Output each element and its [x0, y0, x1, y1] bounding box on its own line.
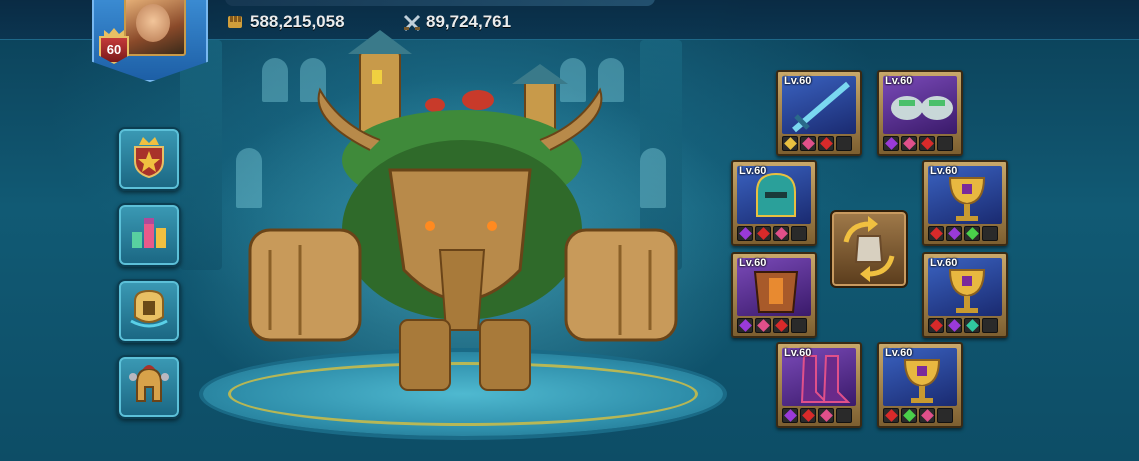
gem-socket: [782, 136, 798, 151]
gem-socket: [800, 136, 816, 151]
gem-socket: [901, 136, 917, 151]
equipment-slot-weapon[interactable]: Lv.60: [776, 70, 862, 156]
equipment-slot-gloves[interactable]: Lv.60: [877, 70, 963, 156]
armor-rotate-icon: [832, 216, 906, 290]
armor-swap-icon: [127, 287, 171, 335]
gem-socket: [818, 136, 834, 151]
gem-socket: [773, 226, 789, 241]
gem-socket-empty: [836, 136, 852, 151]
gem-sockets: [928, 318, 1002, 333]
equipment-level: Lv.60: [739, 165, 767, 177]
side-button-title[interactable]: [117, 127, 181, 191]
spartan-helmet-icon: [127, 363, 171, 411]
gem-sockets: [928, 226, 1002, 241]
equipment-level: Lv.60: [739, 257, 767, 269]
equipment-level: Lv.60: [885, 347, 913, 359]
gem-socket-empty: [937, 408, 953, 423]
player-name-strip: [225, 0, 655, 6]
equipment-level: Lv.60: [784, 347, 812, 359]
kills-value: 89,724,761: [426, 12, 512, 31]
gem-socket: [773, 318, 789, 333]
player-level: 60: [106, 42, 122, 57]
avatar-face: [136, 4, 170, 42]
gem-socket: [919, 408, 935, 423]
gem-socket: [964, 318, 980, 333]
equipment-level: Lv.60: [930, 257, 958, 269]
gem-socket-empty: [982, 318, 998, 333]
equipment-slot-accessory-3[interactable]: Lv.60: [877, 342, 963, 428]
gem-socket: [755, 226, 771, 241]
hall-pillar: [180, 40, 222, 270]
crown-star-shield-icon: [129, 135, 169, 183]
gem-socket-empty: [937, 136, 953, 151]
gem-socket: [782, 408, 798, 423]
gem-socket: [928, 226, 944, 241]
crossed-swords-icon: [402, 13, 421, 32]
gem-sockets: [782, 408, 856, 423]
side-button-stats[interactable]: [117, 203, 181, 267]
power-value: 588,215,058: [250, 12, 345, 31]
gem-socket-empty: [836, 408, 852, 423]
fist-icon: [226, 13, 244, 31]
gem-socket-empty: [791, 318, 807, 333]
gem-socket: [946, 226, 962, 241]
equipment-level: Lv.60: [784, 75, 812, 87]
gem-socket-empty: [982, 226, 998, 241]
equipment-level: Lv.60: [930, 165, 958, 177]
gem-socket: [883, 136, 899, 151]
gem-socket-empty: [791, 226, 807, 241]
side-button-armor-swap[interactable]: [117, 279, 181, 343]
gem-sockets: [883, 136, 957, 151]
gem-socket: [928, 318, 944, 333]
side-button-helmet[interactable]: [117, 355, 181, 419]
kills-stat: 89,724,761: [402, 12, 511, 32]
bar-chart-blocks-icon: [128, 214, 170, 256]
gem-socket: [919, 136, 935, 151]
gear-swap-button[interactable]: [830, 210, 908, 288]
tree-golem-familiar[interactable]: [230, 30, 690, 400]
gem-socket: [737, 226, 753, 241]
power-stat: 588,215,058: [226, 12, 345, 32]
gem-socket: [901, 408, 917, 423]
gem-socket: [883, 408, 899, 423]
gem-sockets: [737, 226, 811, 241]
gem-socket: [946, 318, 962, 333]
equipment-slot-accessory-2[interactable]: Lv.60: [922, 252, 1008, 338]
gem-sockets: [883, 408, 957, 423]
equipment-slot-boots[interactable]: Lv.60: [776, 342, 862, 428]
gem-socket: [755, 318, 771, 333]
equipment-slot-helmet[interactable]: Lv.60: [731, 160, 817, 246]
gem-socket: [800, 408, 816, 423]
equipment-slot-armor[interactable]: Lv.60: [731, 252, 817, 338]
gem-socket: [964, 226, 980, 241]
equipment-level: Lv.60: [885, 75, 913, 87]
gem-sockets: [782, 136, 856, 151]
gem-socket: [818, 408, 834, 423]
gem-socket: [737, 318, 753, 333]
gem-sockets: [737, 318, 811, 333]
equipment-slot-accessory-1[interactable]: Lv.60: [922, 160, 1008, 246]
